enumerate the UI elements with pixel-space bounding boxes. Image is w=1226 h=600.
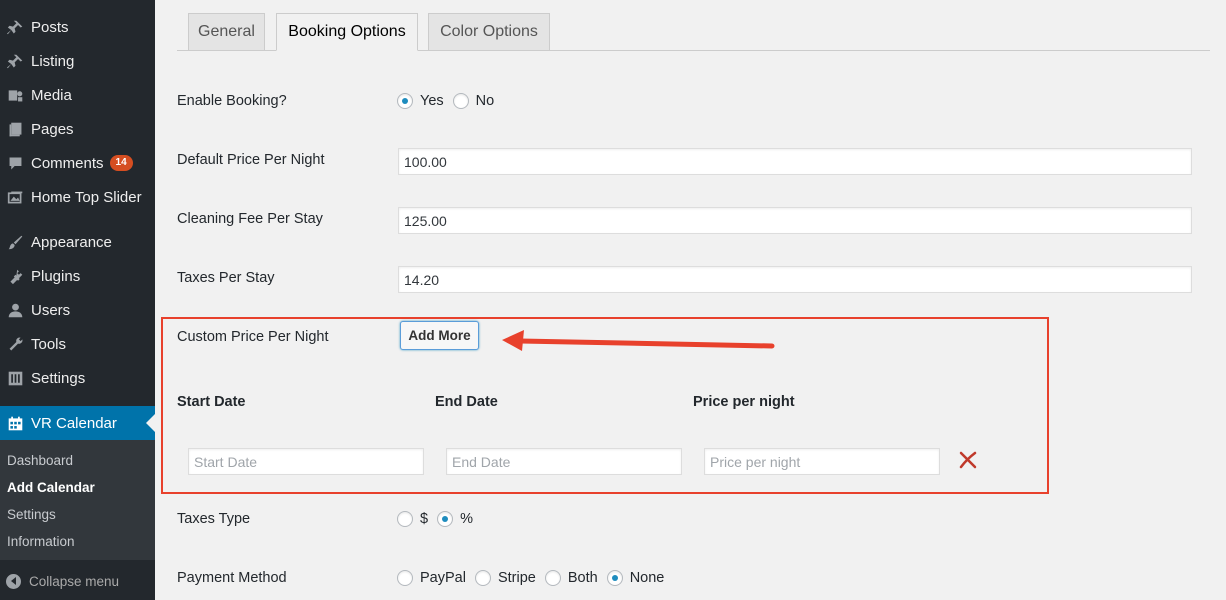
radio-label: Both [567, 570, 598, 586]
submenu-settings[interactable]: Settings [7, 507, 56, 522]
custom-price-label: Custom Price Per Night [177, 329, 329, 345]
plugin-icon [0, 268, 31, 285]
pin-icon [0, 53, 31, 70]
taxes-type-dollar[interactable]: $ [397, 511, 428, 527]
tab-booking-options[interactable]: Booking Options [276, 13, 418, 51]
user-icon [0, 302, 31, 319]
taxes-type-percent[interactable]: % [437, 511, 473, 527]
calendar-icon [0, 415, 31, 432]
submenu-add-calendar[interactable]: Add Calendar [7, 480, 95, 495]
menu-item-settings[interactable]: Settings [0, 361, 155, 395]
radio-label: Stripe [497, 570, 536, 586]
submenu-information[interactable]: Information [7, 534, 75, 549]
start-date-header: Start Date [177, 394, 246, 410]
enable-booking-no[interactable]: No [452, 93, 495, 109]
brush-icon [0, 234, 31, 251]
menu-item-label: Home Top Slider [31, 188, 142, 206]
slider-icon [0, 189, 31, 206]
menu-item-pages[interactable]: Pages [0, 112, 155, 146]
radio-label: None [629, 570, 665, 586]
payment-none[interactable]: None [606, 570, 665, 586]
collapse-menu-label: Collapse menu [29, 573, 120, 589]
menu-item-media[interactable]: Media [0, 78, 155, 112]
price-per-night-header: Price per night [693, 394, 795, 410]
menu-item-label: Settings [31, 369, 86, 387]
enable-booking-radio-group: Yes No [397, 93, 503, 109]
menu-item-label: VR Calendar [31, 414, 117, 432]
radio-label: PayPal [420, 570, 466, 586]
taxes-per-stay-label: Taxes Per Stay [177, 270, 275, 286]
menu-item-tools[interactable]: Tools [0, 327, 155, 361]
add-more-button[interactable]: Add More [400, 321, 479, 350]
payment-both[interactable]: Both [544, 570, 598, 586]
cleaning-fee-input[interactable]: 125.00 [398, 207, 1192, 234]
payment-method-label: Payment Method [177, 570, 287, 586]
cleaning-fee-label: Cleaning Fee Per Stay [177, 211, 323, 227]
taxes-type-radio-group: $ % [397, 511, 482, 527]
menu-item-appearance[interactable]: Appearance [0, 225, 155, 259]
menu-item-label: Media [31, 86, 72, 104]
annotation-arrow-icon [502, 330, 775, 351]
settings-icon [0, 370, 31, 387]
radio-label: % [460, 511, 473, 527]
menu-item-posts[interactable]: Posts [0, 10, 155, 44]
comment-icon [0, 155, 31, 172]
radio-button[interactable] [606, 570, 623, 586]
enable-booking-yes[interactable]: Yes [397, 93, 444, 109]
radio-button[interactable] [544, 570, 561, 586]
menu-item-listing[interactable]: Listing [0, 44, 155, 78]
radio-button[interactable] [437, 511, 454, 527]
collapse-menu-button[interactable]: Collapse menu [0, 567, 155, 595]
menu-item-users[interactable]: Users [0, 293, 155, 327]
collapse-arrow-icon [6, 573, 21, 589]
menu-item-home-top-slider[interactable]: Home Top Slider [0, 180, 155, 214]
menu-item-label: Tools [31, 335, 67, 353]
menu-item-comments[interactable]: Comments 14 [0, 146, 155, 180]
menu-item-label: Comments [31, 154, 104, 172]
enable-booking-label: Enable Booking? [177, 93, 287, 109]
media-icon [0, 87, 31, 104]
menu-item-label: Posts [31, 18, 69, 36]
menu-item-label: Listing [31, 52, 75, 70]
wrench-icon [0, 336, 31, 353]
tab-color-options[interactable]: Color Options [428, 13, 550, 51]
radio-button[interactable] [452, 93, 469, 109]
radio-label: Yes [420, 93, 444, 109]
vr-calendar-submenu: Dashboard Add Calendar Settings Informat… [0, 440, 155, 560]
default-price-label: Default Price Per Night [177, 152, 325, 168]
radio-label: No [475, 93, 495, 109]
pin-icon [0, 19, 31, 36]
menu-item-vr-calendar[interactable]: VR Calendar [0, 406, 155, 440]
active-indicator [146, 414, 155, 432]
remove-row-icon[interactable] [958, 450, 978, 470]
taxes-type-label: Taxes Type [177, 511, 251, 527]
comment-count-badge: 14 [109, 155, 133, 171]
payment-method-radio-group: PayPal Stripe Both None [397, 570, 673, 586]
menu-item-label: Pages [31, 120, 74, 138]
radio-button[interactable] [397, 511, 413, 527]
end-date-header: End Date [435, 394, 498, 410]
menu-item-label: Appearance [31, 233, 112, 251]
submenu-dashboard[interactable]: Dashboard [7, 453, 73, 468]
radio-button[interactable] [397, 93, 413, 109]
start-date-input[interactable]: Start Date [188, 448, 424, 475]
end-date-input[interactable]: End Date [446, 448, 682, 475]
admin-sidebar: Posts Listing Media Pages Comments 14 Ho… [0, 0, 155, 600]
payment-stripe[interactable]: Stripe [474, 570, 536, 586]
pages-icon [0, 121, 31, 138]
price-per-night-input[interactable]: Price per night [704, 448, 940, 475]
menu-item-label: Plugins [31, 267, 81, 285]
radio-label: $ [420, 511, 429, 527]
payment-paypal[interactable]: PayPal [397, 570, 466, 586]
menu-item-plugins[interactable]: Plugins [0, 259, 155, 293]
taxes-per-stay-input[interactable]: 14.20 [398, 266, 1192, 293]
menu-item-label: Users [31, 301, 71, 319]
radio-button[interactable] [474, 570, 491, 586]
radio-button[interactable] [397, 570, 413, 586]
default-price-input[interactable]: 100.00 [398, 148, 1192, 175]
tab-general[interactable]: General [188, 13, 265, 51]
